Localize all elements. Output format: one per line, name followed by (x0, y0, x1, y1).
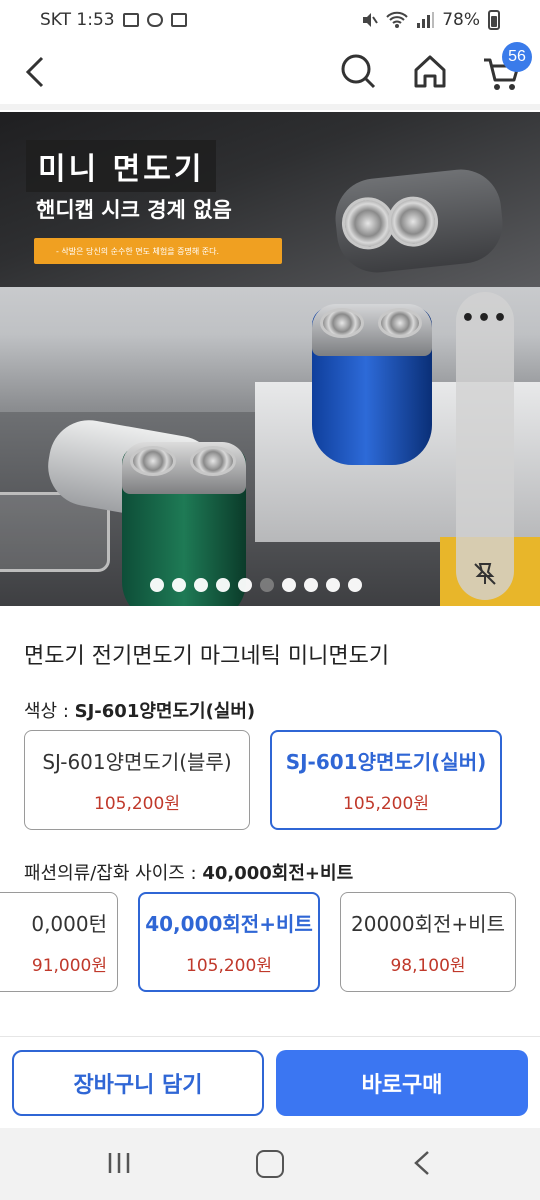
status-right: 78% (360, 10, 500, 30)
wifi-icon (386, 11, 408, 28)
status-left: SKT 1:53 (40, 10, 187, 30)
option-name: 0,000턴 (31, 912, 107, 936)
green-shaver-head (122, 442, 246, 494)
home-button[interactable] (408, 50, 452, 94)
header-divider (0, 104, 540, 110)
home-icon (414, 55, 446, 88)
search-icon (341, 54, 376, 89)
option-name: SJ-601양면도기(실버) (285, 750, 487, 774)
size-option-card[interactable]: 0,000턴 91,000원 (0, 892, 118, 992)
carousel-dot-active[interactable] (260, 578, 274, 592)
app-header (0, 40, 540, 106)
size-label-prefix: 패션의류/잡화 사이즈 : (24, 863, 203, 884)
banner-tagline: - 삭발은 당신의 순수한 면도 체험을 증명해 준다. (34, 238, 282, 264)
option-name: 40,000회전+비트 (145, 912, 313, 936)
signal-icon (417, 12, 435, 28)
system-back-icon (414, 1151, 429, 1175)
banner-title: 미니 면도기 (26, 140, 217, 192)
carousel-indicator (150, 578, 390, 594)
carousel-dot[interactable] (326, 578, 340, 592)
size-option-label: 패션의류/잡화 사이즈 : 40,000회전+비트 (24, 859, 353, 885)
banner-subtitle: 핸디캡 시크 경계 없음 (36, 198, 232, 222)
color-option-label: 색상 : SJ-601양면도기(실버) (24, 697, 255, 723)
battery-percent: 78% (442, 10, 480, 30)
carousel-dot[interactable] (150, 578, 164, 592)
system-home-button[interactable] (256, 1150, 284, 1178)
option-price: 105,200원 (343, 794, 429, 814)
size-option-card-selected[interactable]: 40,000회전+비트 105,200원 (138, 892, 320, 992)
search-button[interactable] (336, 50, 380, 94)
option-price: 98,100원 (390, 956, 466, 976)
color-option-blue[interactable]: SJ-601양면도기(블루) 105,200원 (24, 730, 250, 830)
size-option-card[interactable]: 20000회전+비트 98,100원 (340, 892, 516, 992)
carousel-dot[interactable] (194, 578, 208, 592)
carousel-dot[interactable] (172, 578, 186, 592)
carousel-dot[interactable] (304, 578, 318, 592)
add-to-cart-button[interactable]: 장바구니 담기 (12, 1050, 264, 1116)
buy-now-button[interactable]: 바로구매 (276, 1050, 528, 1116)
bottom-divider (0, 1036, 540, 1037)
color-label-prefix: 색상 : (24, 701, 75, 722)
pin-off-icon[interactable] (471, 560, 499, 588)
option-price: 105,200원 (94, 794, 180, 814)
carousel-dot[interactable] (216, 578, 230, 592)
back-arrow-icon (25, 56, 44, 88)
color-option-silver[interactable]: SJ-601양면도기(실버) 105,200원 (270, 730, 502, 830)
system-back-button[interactable] (410, 1148, 434, 1178)
color-selected-value: SJ-601양면도기(실버) (74, 701, 256, 722)
system-nav-bar (0, 1128, 540, 1200)
recent-apps-icon (108, 1153, 130, 1173)
mute-icon (363, 13, 379, 27)
back-button[interactable] (18, 50, 58, 94)
gallery-notification-icon (122, 13, 139, 27)
option-name: 20000회전+비트 (351, 912, 505, 936)
option-price: 91,000원 (31, 956, 107, 976)
recent-apps-button[interactable] (104, 1150, 134, 1176)
floating-side-panel[interactable]: ••• (456, 292, 514, 600)
status-bar: SKT 1:53 78% (0, 0, 540, 40)
carousel-dot[interactable] (238, 578, 252, 592)
option-name: SJ-601양면도기(블루) (42, 750, 232, 774)
more-menu-icon[interactable]: ••• (456, 306, 514, 331)
carousel-dot[interactable] (348, 578, 362, 592)
size-selected-value: 40,000회전+비트 (202, 863, 354, 884)
carousel-dot[interactable] (282, 578, 296, 592)
status-carrier-time: SKT 1:53 (40, 10, 115, 30)
cloud-notification-icon (146, 13, 163, 27)
option-price: 105,200원 (186, 956, 272, 976)
cart-count-badge: 56 (502, 42, 532, 72)
blue-shaver-head (312, 304, 432, 356)
product-title: 면도기 전기면도기 마그네틱 미니면도기 (24, 644, 390, 669)
battery-icon (488, 10, 500, 30)
app-notification-icon (170, 13, 187, 27)
